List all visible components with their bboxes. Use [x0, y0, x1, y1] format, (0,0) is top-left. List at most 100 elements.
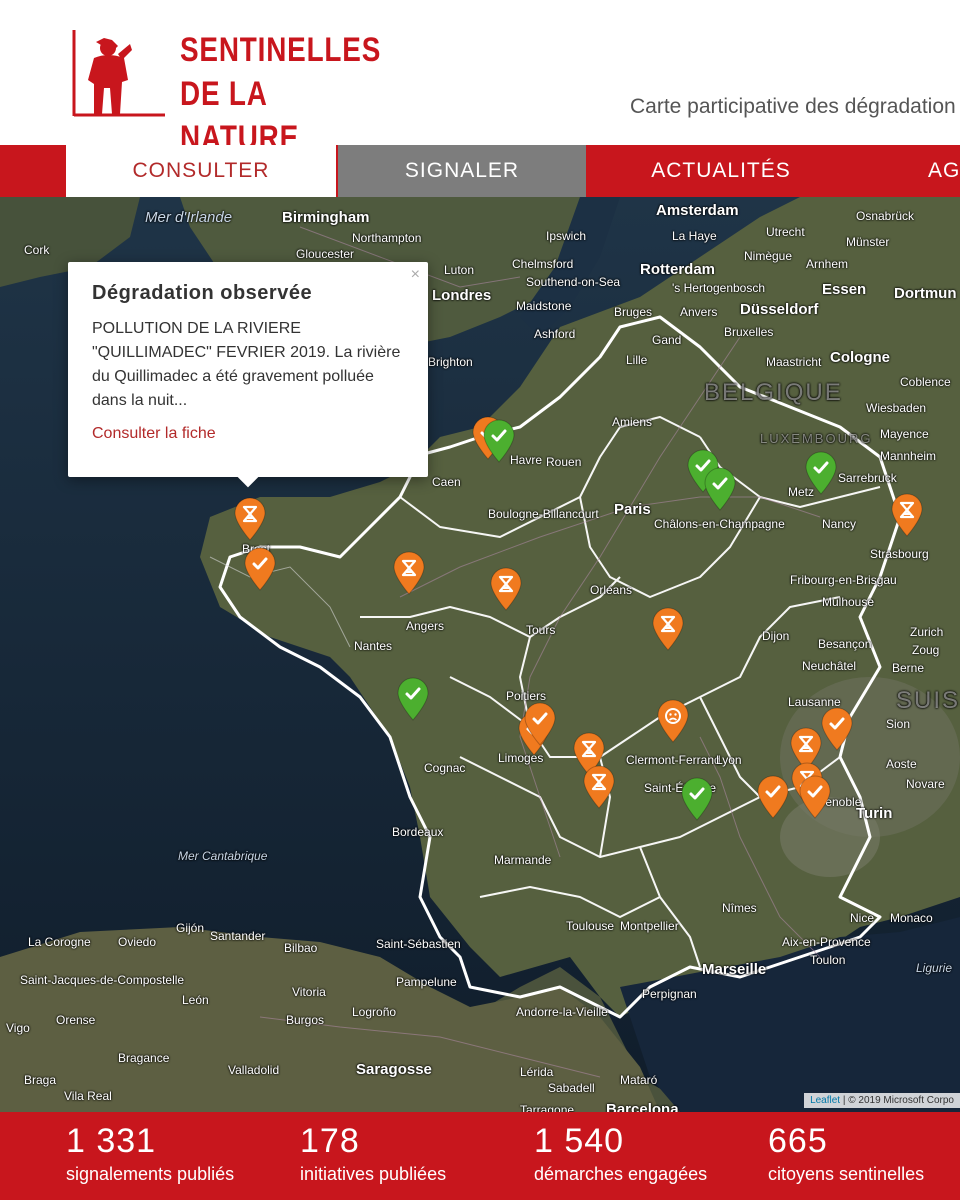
map-marker-orange[interactable] — [523, 702, 557, 746]
check-icon — [244, 547, 276, 591]
map-label: BELGIQUE — [704, 379, 843, 406]
map-label: Mayence — [880, 427, 929, 441]
map-label: Burgos — [286, 1013, 325, 1027]
stat-label: initiatives publiées — [300, 1164, 447, 1184]
map-marker-orange[interactable] — [651, 607, 685, 651]
map-label: Essen — [822, 281, 867, 298]
map-label: Maidstone — [516, 299, 572, 313]
map-label: Southend-on-Sea — [526, 275, 621, 289]
hourglass-icon — [234, 497, 266, 541]
map-label: Vila Real — [64, 1089, 112, 1103]
map-marker-orange[interactable] — [656, 699, 690, 743]
close-icon[interactable]: × — [411, 266, 420, 284]
map-label: Mulhouse — [822, 595, 875, 609]
site-logo[interactable]: SENTINELLES DE LA NATURE — [70, 28, 390, 157]
map-label: LUXEMBOURG — [760, 431, 873, 446]
map-label: Gloucester — [296, 247, 355, 261]
map-label: Toulouse — [566, 919, 615, 933]
map-label: Besançon — [818, 637, 872, 651]
map-label: La Corogne — [28, 935, 91, 949]
map-label: Lyon — [716, 753, 742, 767]
stat-label: démarches engagées — [534, 1164, 708, 1184]
map-label: Sarrebruck — [838, 471, 897, 485]
stat-value: 1 540 — [534, 1122, 625, 1160]
map-label: Ipswich — [546, 229, 587, 243]
map-label: Birmingham — [282, 209, 370, 226]
map-label: Dortmun — [894, 285, 957, 302]
map-marker-orange[interactable] — [890, 493, 924, 537]
map-marker-green[interactable] — [804, 451, 838, 495]
view-record-link[interactable]: Consulter la fiche — [92, 425, 404, 443]
site-tagline: Carte participative des dégradation — [630, 95, 956, 118]
map-marker-orange[interactable] — [582, 765, 616, 809]
map-marker-green[interactable] — [482, 419, 516, 463]
map-marker-green[interactable] — [703, 467, 737, 511]
map-label: Vigo — [6, 1021, 30, 1035]
nav-tab-consulter[interactable]: CONSULTER — [66, 145, 336, 197]
nav-tab-signaler[interactable]: SIGNALER — [338, 145, 586, 197]
map-label: Bruxelles — [724, 325, 774, 339]
hourglass-icon — [583, 765, 615, 809]
page: { "brand": { "line1": "SENTINELLES", "li… — [0, 0, 960, 1200]
map-label: Orléans — [590, 583, 633, 597]
map-label: Cognac — [424, 761, 466, 775]
map-label: Caen — [432, 475, 461, 489]
map-label: Sion — [886, 717, 911, 731]
map-label: Marmande — [494, 853, 552, 867]
nav-tab-actualites[interactable]: ACTUALITÉS — [590, 145, 852, 197]
map-label: 's Hertogenbosch — [672, 281, 766, 295]
stat-value: 1 331 — [66, 1122, 157, 1160]
map-label: Bruges — [614, 305, 653, 319]
map-label: Braga — [24, 1073, 57, 1087]
map-label: Fribourg-en-Brisgau — [790, 573, 897, 587]
leaflet-link[interactable]: Leaflet — [810, 1095, 840, 1106]
map-marker-orange[interactable] — [798, 775, 832, 819]
map-label: Montpellier — [620, 919, 679, 933]
map-label: Aoste — [886, 757, 917, 771]
map-marker-orange[interactable] — [392, 551, 426, 595]
map-label: Maastricht — [766, 355, 822, 369]
hourglass-icon — [891, 493, 923, 537]
map-label: Osnabrück — [856, 209, 915, 223]
map-label: Nantes — [354, 639, 393, 653]
map-label: Châlons-en-Champagne — [654, 517, 785, 531]
map-label: Ashford — [534, 327, 576, 341]
stat-demarches: 1 540 démarches engagées — [534, 1120, 707, 1186]
map-popup: × Dégradation observée POLLUTION DE LA R… — [68, 262, 428, 477]
map-label: La Haye — [672, 229, 717, 243]
check-icon — [821, 707, 853, 751]
map-view[interactable]: Mer d'Irlande Birmingham Northampton Glo… — [0, 197, 960, 1112]
map-marker-green[interactable] — [680, 777, 714, 821]
check-icon — [704, 467, 736, 511]
map-marker-orange[interactable] — [489, 567, 523, 611]
check-icon — [483, 419, 515, 463]
map-label: Anvers — [680, 305, 718, 319]
nav-tab-agenda[interactable]: AG — [900, 145, 960, 197]
map-label: Bilbao — [284, 941, 318, 955]
map-label: Turin — [856, 805, 893, 822]
stat-signalements: 1 331 signalements publiés — [66, 1120, 234, 1186]
map-label: Tarragone — [520, 1103, 575, 1112]
map-label: Valladolid — [228, 1063, 280, 1077]
attribution-text: | © 2019 Microsoft Corpo — [840, 1095, 954, 1106]
map-label: Arnhem — [806, 257, 849, 271]
map-label: Boulogne-Billancourt — [488, 507, 599, 521]
map-label: Rouen — [546, 455, 582, 469]
map-label: Monaco — [890, 911, 933, 925]
check-icon — [805, 451, 837, 495]
stat-citoyens: 665 citoyens sentinelles — [768, 1120, 924, 1186]
map-attribution: Leaflet | © 2019 Microsoft Corpo — [804, 1093, 960, 1108]
map-marker-orange[interactable] — [233, 497, 267, 541]
check-icon — [397, 677, 429, 721]
map-label: Mannheim — [880, 449, 937, 463]
map-label: Rotterdam — [640, 261, 716, 278]
map-label: Wiesbaden — [866, 401, 927, 415]
map-label: Bragance — [118, 1051, 170, 1065]
map-marker-orange[interactable] — [243, 547, 277, 591]
map-marker-orange[interactable] — [756, 775, 790, 819]
map-marker-green[interactable] — [396, 677, 430, 721]
map-marker-orange[interactable] — [820, 707, 854, 751]
map-label: SUISSE — [896, 687, 960, 714]
map-label: Marseille — [702, 961, 767, 978]
map-label: Mer d'Irlande — [145, 209, 233, 226]
